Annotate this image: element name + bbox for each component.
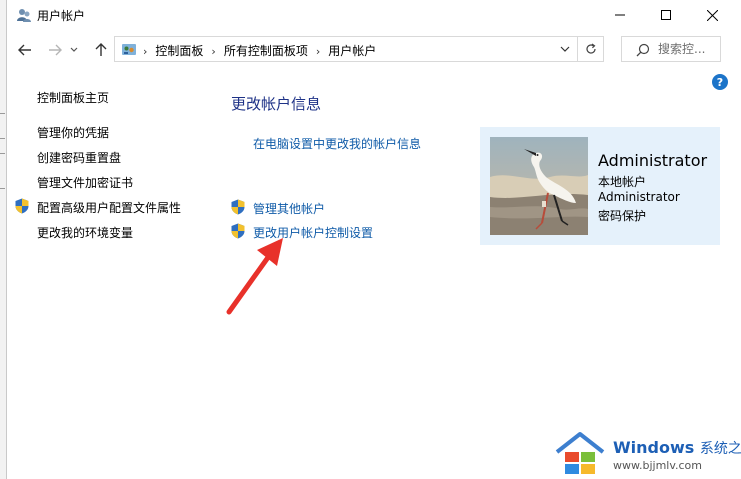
recent-locations-button[interactable] bbox=[67, 40, 81, 60]
background-mark bbox=[0, 113, 5, 114]
close-icon bbox=[706, 9, 718, 21]
address-dropdown-icon[interactable] bbox=[559, 43, 571, 55]
sidebar-link-environment-variables[interactable]: 更改我的环境变量 bbox=[37, 224, 133, 241]
sidebar-link-password-reset-disk[interactable]: 创建密码重置盘 bbox=[37, 149, 121, 166]
house-windows-logo-icon bbox=[555, 432, 605, 474]
account-password-status: 密码保护 bbox=[598, 209, 647, 223]
user-accounts-icon bbox=[17, 9, 31, 22]
arrow-left-icon bbox=[18, 44, 31, 56]
title-bar[interactable]: 用户帐户 bbox=[7, 0, 741, 30]
page-title: 更改帐户信息 bbox=[231, 95, 322, 113]
breadcrumb-control-panel[interactable]: 控制面板 bbox=[155, 44, 203, 58]
breadcrumb-user-accounts[interactable]: 用户帐户 bbox=[328, 44, 376, 58]
search-icon bbox=[636, 43, 650, 57]
sidebar-link-advanced-profile-properties[interactable]: 配置高级用户配置文件属性 bbox=[37, 199, 181, 216]
background-mark bbox=[0, 188, 5, 189]
account-name: Administrator bbox=[598, 151, 708, 170]
breadcrumb: › 控制面板 › 所有控制面板项 › 用户帐户 bbox=[143, 42, 376, 59]
control-panel-home-link[interactable]: 控制面板主页 bbox=[37, 89, 109, 106]
refresh-icon bbox=[585, 43, 596, 54]
breadcrumb-separator-icon: › bbox=[315, 45, 321, 58]
watermark-brand: Windows 系统之家 bbox=[613, 438, 741, 458]
background-mark bbox=[0, 138, 5, 139]
breadcrumb-separator-icon: › bbox=[143, 45, 148, 58]
uac-shield-icon bbox=[231, 199, 245, 215]
arrow-right-icon bbox=[49, 44, 62, 56]
search-box[interactable] bbox=[621, 36, 721, 62]
search-input[interactable] bbox=[658, 39, 718, 59]
minimize-button[interactable] bbox=[597, 0, 643, 30]
navigation-bar: › 控制面板 › 所有控制面板项 › 用户帐户 bbox=[7, 30, 741, 70]
background-mark bbox=[0, 153, 5, 154]
watermark-brand-name: Windows bbox=[613, 438, 695, 457]
account-avatar[interactable] bbox=[490, 137, 588, 235]
breadcrumb-separator-icon: › bbox=[211, 45, 216, 58]
close-button[interactable] bbox=[689, 0, 735, 30]
uac-shield-icon bbox=[15, 198, 29, 214]
forward-button[interactable] bbox=[45, 40, 65, 60]
minimize-icon bbox=[615, 14, 625, 16]
up-button[interactable] bbox=[91, 40, 111, 60]
maximize-button[interactable] bbox=[643, 0, 689, 30]
manage-other-accounts-link[interactable]: 管理其他帐户 bbox=[253, 200, 325, 217]
account-card: Administrator 本地帐户 Administrator 密码保护 bbox=[480, 127, 720, 245]
address-bar[interactable]: › 控制面板 › 所有控制面板项 › 用户帐户 bbox=[114, 36, 578, 62]
back-button[interactable] bbox=[15, 40, 35, 60]
chevron-down-icon bbox=[70, 47, 78, 52]
control-panel-icon bbox=[122, 44, 136, 55]
maximize-icon bbox=[661, 10, 671, 20]
user-accounts-window: 用户帐户 › 控制面板 › 所有控制面板项 › 用户帐户 搜索控... ? 控制… bbox=[6, 0, 741, 479]
watermark: Windows 系统之家 www.bjjmlv.com bbox=[553, 428, 741, 479]
window-title: 用户帐户 bbox=[37, 9, 86, 23]
watermark-url: www.bjjmlv.com bbox=[613, 459, 702, 472]
sidebar-link-file-encryption-cert[interactable]: 管理文件加密证书 bbox=[37, 174, 133, 191]
breadcrumb-all-items[interactable]: 所有控制面板项 bbox=[224, 44, 308, 58]
annotation-arrow-icon bbox=[226, 238, 283, 315]
arrow-up-icon bbox=[95, 43, 107, 56]
account-type: 本地帐户 bbox=[598, 175, 647, 189]
sidebar-link-manage-credentials[interactable]: 管理你的凭据 bbox=[37, 124, 109, 141]
help-button[interactable]: ? bbox=[712, 74, 728, 90]
pc-settings-account-link[interactable]: 在电脑设置中更改我的帐户信息 bbox=[253, 135, 421, 152]
account-username: Administrator bbox=[598, 190, 680, 204]
watermark-brand-suffix: 系统之家 bbox=[699, 441, 741, 457]
refresh-button[interactable] bbox=[578, 36, 604, 62]
